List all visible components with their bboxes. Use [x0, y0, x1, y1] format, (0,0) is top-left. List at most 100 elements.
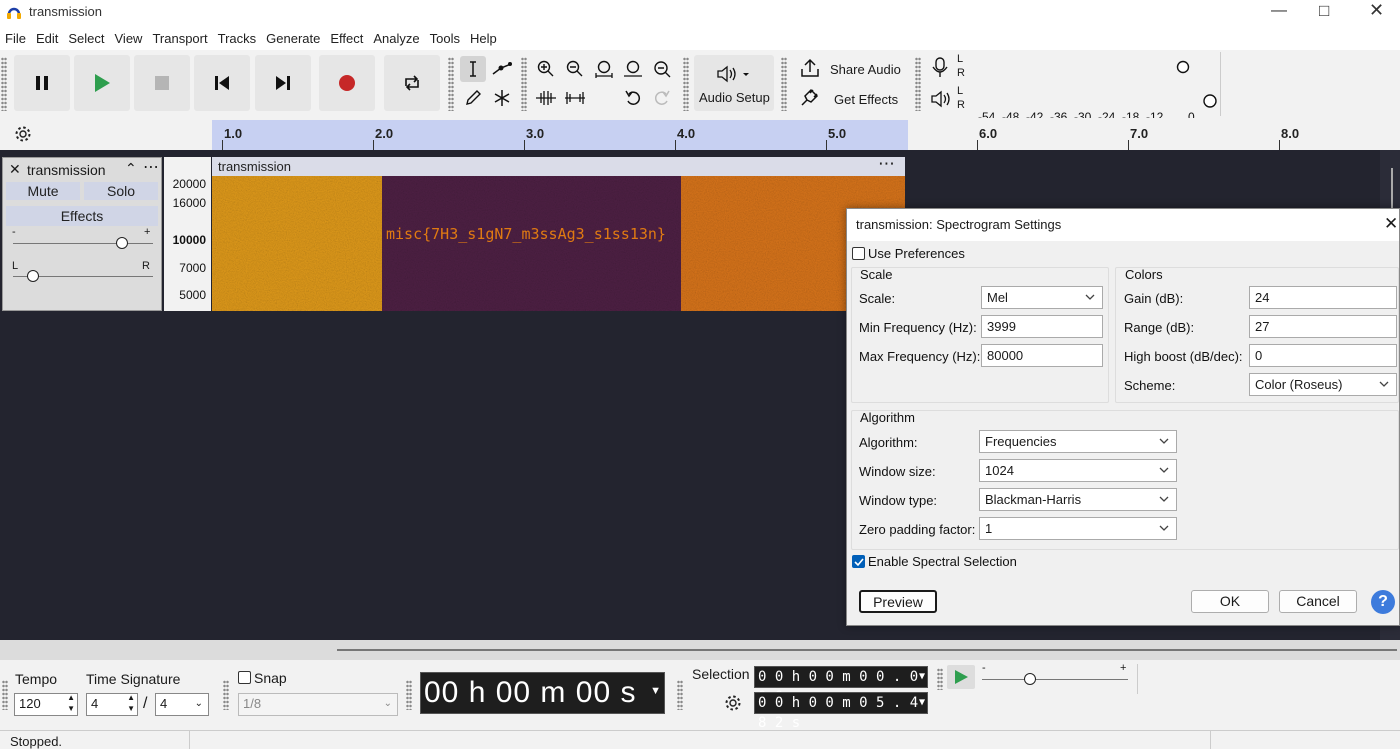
- selection-settings-gear-icon[interactable]: [724, 694, 742, 712]
- microphone-icon[interactable]: [930, 57, 950, 79]
- algorithm-dropdown[interactable]: Frequencies: [979, 430, 1177, 453]
- spectral-selection-checkbox[interactable]: [852, 555, 865, 568]
- time-sig-denominator[interactable]: 4 ⌄: [155, 693, 209, 716]
- silence-button[interactable]: [562, 85, 588, 111]
- gain-input[interactable]: 24: [1249, 286, 1397, 309]
- play-at-speed-button[interactable]: [947, 665, 975, 689]
- toolbar-grip[interactable]: [1, 57, 7, 111]
- selection-grip[interactable]: [677, 680, 683, 710]
- menu-edit[interactable]: Edit: [31, 26, 63, 46]
- snap-dropdown[interactable]: 1/8 ⌄: [238, 693, 398, 716]
- tempo-spinner[interactable]: 120 ▲ ▼: [14, 693, 78, 716]
- tools-grip[interactable]: [448, 57, 454, 111]
- chevron-down-icon[interactable]: ▼: [919, 698, 925, 708]
- spectrogram-view[interactable]: misc{7H3_s1gN7_m3ssAg3_s1ss13n}: [212, 176, 905, 311]
- play-at-speed-grip[interactable]: [937, 668, 943, 690]
- menu-effect[interactable]: Effect: [325, 26, 368, 46]
- tempo-grip[interactable]: [2, 680, 8, 710]
- stop-button[interactable]: [134, 55, 190, 111]
- close-track-icon[interactable]: ✕: [9, 161, 21, 178]
- snap-grip[interactable]: [223, 680, 229, 710]
- use-preferences-label[interactable]: Use Preferences: [868, 246, 965, 261]
- menu-view[interactable]: View: [110, 26, 148, 46]
- vertical-scrollbar-thumb[interactable]: [1391, 168, 1393, 208]
- menu-tools[interactable]: Tools: [425, 26, 465, 46]
- window-size-dropdown[interactable]: 1024: [979, 459, 1177, 482]
- collapse-track-icon[interactable]: ⌃: [125, 160, 137, 177]
- spectral-selection-label[interactable]: Enable Spectral Selection: [868, 554, 1017, 569]
- menu-transport[interactable]: Transport: [147, 26, 212, 46]
- time-sig-numerator[interactable]: 4 ▲ ▼: [86, 693, 138, 716]
- selection-tool[interactable]: [460, 56, 486, 82]
- clip-menu-icon[interactable]: ⋯: [878, 154, 895, 174]
- draw-tool[interactable]: [460, 85, 486, 111]
- menu-tracks[interactable]: Tracks: [213, 26, 262, 46]
- edit-grip[interactable]: [521, 57, 527, 111]
- time-format-dropdown-icon[interactable]: ▼: [650, 686, 662, 697]
- max-frequency-input[interactable]: 80000: [981, 344, 1103, 367]
- multi-tool[interactable]: [489, 85, 515, 111]
- clip-header[interactable]: transmission ⋯: [212, 154, 905, 176]
- menu-help[interactable]: Help: [465, 26, 502, 46]
- preview-button[interactable]: Preview: [859, 590, 937, 613]
- range-input[interactable]: 27: [1249, 315, 1397, 338]
- pan-slider-thumb[interactable]: [27, 270, 39, 282]
- scheme-dropdown[interactable]: Color (Roseus): [1249, 373, 1397, 396]
- horizontal-scrollbar-thumb[interactable]: [337, 649, 1397, 651]
- help-icon[interactable]: ?: [1371, 590, 1395, 614]
- gear-icon[interactable]: [14, 125, 32, 143]
- menu-select[interactable]: Select: [63, 26, 109, 46]
- skip-to-end-button[interactable]: [255, 55, 311, 111]
- min-frequency-input[interactable]: 3999: [981, 315, 1103, 338]
- spin-up-icon[interactable]: ▲: [67, 693, 75, 702]
- time-grip[interactable]: [406, 680, 412, 710]
- zero-padding-dropdown[interactable]: 1: [979, 517, 1177, 540]
- fit-project-button[interactable]: [620, 56, 646, 82]
- effects-button[interactable]: Effects: [6, 206, 158, 226]
- high-boost-input[interactable]: 0: [1249, 344, 1397, 367]
- speed-slider-track[interactable]: [982, 679, 1128, 680]
- gain-slider-thumb[interactable]: [116, 237, 128, 249]
- menu-file[interactable]: File: [0, 26, 31, 46]
- use-preferences-checkbox[interactable]: [852, 247, 865, 260]
- gain-slider-track[interactable]: [13, 243, 153, 244]
- audio-setup-button[interactable]: Audio Setup: [694, 55, 774, 111]
- speed-slider-thumb[interactable]: [1024, 673, 1036, 685]
- zoom-out-button[interactable]: [562, 56, 588, 82]
- trim-button[interactable]: [533, 85, 559, 111]
- menu-analyze[interactable]: Analyze: [368, 26, 424, 46]
- meter-grip[interactable]: [915, 57, 921, 111]
- chevron-down-icon[interactable]: ▼: [919, 672, 925, 682]
- redo-button[interactable]: [649, 85, 675, 111]
- solo-button[interactable]: Solo: [84, 182, 158, 200]
- undo-button[interactable]: [620, 85, 646, 111]
- close-window-icon[interactable]: ✕: [1369, 0, 1384, 21]
- maximize-icon[interactable]: □: [1319, 1, 1329, 21]
- minimize-icon[interactable]: —: [1271, 2, 1287, 20]
- play-button[interactable]: [74, 55, 130, 111]
- get-effects-button[interactable]: Get Effects: [795, 85, 910, 111]
- window-type-dropdown[interactable]: Blackman-Harris: [979, 488, 1177, 511]
- playback-level-knob[interactable]: [1202, 93, 1218, 109]
- zoom-in-button[interactable]: [533, 56, 559, 82]
- share-audio-button[interactable]: Share Audio: [795, 56, 910, 82]
- horizontal-scrollbar[interactable]: [0, 640, 1400, 660]
- selection-end-time[interactable]: 0 0 h 0 0 m 0 5 . 4 8 2 s ▼: [754, 692, 928, 731]
- scale-dropdown[interactable]: Mel: [981, 286, 1103, 309]
- spin-down-icon[interactable]: ▼: [67, 704, 75, 713]
- audio-setup-grip[interactable]: [683, 57, 689, 111]
- record-level-knob[interactable]: [1176, 60, 1190, 74]
- pause-button[interactable]: [14, 55, 70, 111]
- menu-generate[interactable]: Generate: [261, 26, 325, 46]
- time-display[interactable]: 00 h 00 m 00 s ▼: [420, 672, 665, 714]
- ok-button[interactable]: OK: [1191, 590, 1269, 613]
- snap-checkbox[interactable]: [238, 671, 251, 684]
- loop-button[interactable]: [384, 55, 440, 111]
- frequency-ruler[interactable]: 20000 16000 10000 7000 5000: [164, 157, 211, 311]
- fit-selection-button[interactable]: [591, 56, 617, 82]
- cancel-button[interactable]: Cancel: [1279, 590, 1357, 613]
- timeline-selection[interactable]: [212, 120, 908, 150]
- zoom-toggle-button[interactable]: [649, 56, 675, 82]
- share-grip[interactable]: [781, 57, 787, 111]
- record-button[interactable]: [319, 55, 375, 111]
